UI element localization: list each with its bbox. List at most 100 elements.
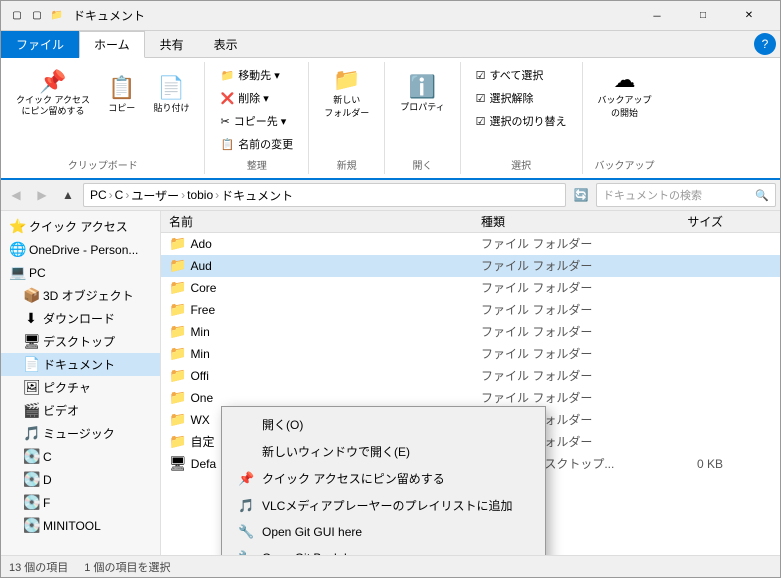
col-header-size[interactable]: サイズ — [631, 213, 731, 230]
col-header-type[interactable]: 種類 — [481, 213, 631, 230]
file-row-core1[interactable]: 📁Core ファイル フォルダー — [161, 277, 780, 299]
properties-button[interactable]: ℹ️ プロパティ — [393, 64, 451, 124]
sidebar-item-minitool[interactable]: 💽 MINITOOL — [1, 514, 160, 537]
search-icon: 🔍 — [755, 189, 769, 202]
title-bar-icons: ▢ ▢ 📁 — [9, 8, 65, 24]
col-header-name[interactable]: 名前 — [161, 213, 481, 230]
sidebar-label-videos: ビデオ — [43, 402, 79, 419]
paste-button[interactable]: 📄 貼り付け — [146, 64, 196, 126]
file-type-offi: ファイル フォルダー — [481, 367, 631, 384]
sidebar-label-onedrive: OneDrive - Person... — [29, 243, 138, 257]
sidebar-label-quick-access: クイック アクセス — [29, 218, 128, 235]
sidebar-item-drive-f[interactable]: 💽 F — [1, 491, 160, 514]
search-box[interactable]: ドキュメントの検索 🔍 — [596, 183, 776, 207]
delete-button[interactable]: ❌ 削除 ▾ — [213, 87, 300, 109]
sidebar-item-music[interactable]: 🎵 ミュージック — [1, 422, 160, 445]
select-all-button[interactable]: ☑ すべて選択 — [469, 64, 574, 86]
sidebar-item-desktop[interactable]: 🖥 デスクトップ — [1, 330, 160, 353]
ctx-open-new-window[interactable]: 新しいウィンドウで開く(E) — [222, 438, 545, 465]
tab-share[interactable]: 共有 — [145, 31, 199, 58]
ribbon-group-clipboard: 📌 クイック アクセスにピン留めする 📋 コピー 📄 貼り付け クリッ — [1, 62, 205, 174]
ribbon-content: 📌 クイック アクセスにピン留めする 📋 コピー 📄 貼り付け クリッ — [1, 58, 780, 180]
ctx-open-label: 開く(O) — [262, 416, 303, 433]
back-button[interactable]: ◀ — [5, 184, 27, 206]
main-area: ⭐ クイック アクセス 🌐 OneDrive - Person... 💻 PC … — [1, 211, 780, 555]
item-count: 13 個の項目 — [9, 559, 68, 575]
ctx-vlc-playlist[interactable]: 🎵 VLCメディアプレーヤーのプレイリストに追加 — [222, 492, 545, 519]
organize-col: 📁 移動先 ▾ ❌ 削除 ▾ ✂ コピー先 ▾ 📋 — [213, 64, 300, 155]
sidebar-item-pc[interactable]: 💻 PC — [1, 261, 160, 284]
tab-home[interactable]: ホーム — [79, 31, 145, 58]
move-label: 移動先 ▾ — [238, 67, 280, 83]
tab-view[interactable]: 表示 — [199, 31, 253, 58]
ctx-pin-quick-access[interactable]: 📌 クイック アクセスにピン留めする — [222, 465, 545, 492]
new-folder-button[interactable]: 📁 新しいフォルダー — [317, 64, 376, 124]
folder-icon-custom: 📁 — [169, 433, 186, 450]
folder-icon-core1: 📁 — [169, 279, 186, 296]
ribbon-group-backup: ☁ バックアップの開始 バックアップ — [583, 62, 667, 174]
file-row-offi[interactable]: 📁Offi ファイル フォルダー — [161, 365, 780, 387]
file-row-min2[interactable]: 📁Min ファイル フォルダー — [161, 343, 780, 365]
refresh-button[interactable]: 🔄 — [570, 184, 592, 206]
sidebar-item-videos[interactable]: 🎬 ビデオ — [1, 399, 160, 422]
ribbon-group-open: ℹ️ プロパティ 開く — [385, 62, 460, 174]
open-label: 開く — [412, 157, 432, 172]
backup-label: バックアップ — [595, 157, 655, 172]
open-group-content: ℹ️ プロパティ — [393, 64, 451, 155]
file-row-min1[interactable]: 📁Min ファイル フォルダー — [161, 321, 780, 343]
file-type-ado: ファイル フォルダー — [481, 235, 631, 252]
rename-label: 名前の変更 — [238, 136, 293, 152]
address-path[interactable]: PC › C › ユーザー › tobio › ドキュメント — [83, 183, 566, 207]
sidebar-label-drive-d: D — [43, 473, 52, 487]
deselect-icon: ☑ — [476, 92, 486, 105]
path-sep-2: › — [125, 188, 129, 202]
file-row-aud[interactable]: 📁Aud ファイル フォルダー — [161, 255, 780, 277]
backup-icon: ☁ — [614, 69, 636, 91]
up-button[interactable]: ▲ — [57, 184, 79, 206]
folder-icon-min2: 📁 — [169, 345, 186, 362]
file-name-free: 📁Free — [161, 301, 481, 318]
sidebar-item-drive-c[interactable]: 💽 C — [1, 445, 160, 468]
file-row-free[interactable]: 📁Free ファイル フォルダー — [161, 299, 780, 321]
backup-button[interactable]: ☁ バックアップの開始 — [591, 64, 659, 124]
ctx-git-bash[interactable]: 🔧 Open Git Bash here — [222, 545, 545, 555]
pin-icon: 📌 — [39, 71, 66, 93]
file-name-core1: 📁Core — [161, 279, 481, 296]
sidebar-item-pictures[interactable]: 🖼 ピクチャ — [1, 376, 160, 399]
sidebar-item-downloads[interactable]: ⬇ ダウンロード — [1, 307, 160, 330]
backup-group-content: ☁ バックアップの開始 — [591, 64, 659, 155]
sidebar-label-drive-f: F — [43, 496, 50, 510]
copy-button[interactable]: 📋 コピー — [101, 64, 142, 126]
ctx-vlc-playlist-label: VLCメディアプレーヤーのプレイリストに追加 — [262, 497, 513, 514]
file-type-min2: ファイル フォルダー — [481, 345, 631, 362]
folder-icon-aud: 📁 — [169, 257, 186, 274]
rename-button[interactable]: 📋 名前の変更 — [213, 133, 300, 155]
ctx-git-gui[interactable]: 🔧 Open Git GUI here — [222, 519, 545, 545]
pin-to-quick-access-button[interactable]: 📌 クイック アクセスにピン留めする — [9, 64, 97, 124]
deselect-button[interactable]: ☑ 選択解除 — [469, 87, 574, 109]
sidebar-item-documents[interactable]: 📄 ドキュメント — [1, 353, 160, 376]
tab-file[interactable]: ファイル — [1, 31, 79, 58]
maximize-button[interactable]: □ — [680, 1, 726, 31]
file-row-ado[interactable]: 📁Ado ファイル フォルダー — [161, 233, 780, 255]
folder-icon-free: 📁 — [169, 301, 186, 318]
sidebar-label-downloads: ダウンロード — [43, 310, 115, 327]
forward-button[interactable]: ▶ — [31, 184, 53, 206]
select-all-label: すべて選択 — [490, 67, 544, 83]
ctx-open[interactable]: 開く(O) — [222, 411, 545, 438]
sidebar-item-quick-access[interactable]: ⭐ クイック アクセス — [1, 215, 160, 238]
move-to-button[interactable]: 📁 移動先 ▾ — [213, 64, 300, 86]
file-type-min1: ファイル フォルダー — [481, 323, 631, 340]
folder-icon: 📁 — [49, 8, 65, 24]
path-part-users: ユーザー — [131, 187, 179, 204]
sidebar-item-onedrive[interactable]: 🌐 OneDrive - Person... — [1, 238, 160, 261]
sidebar-item-drive-d[interactable]: 💽 D — [1, 468, 160, 491]
sidebar-item-3dobjects[interactable]: 📦 3D オブジェクト — [1, 284, 160, 307]
ctx-open-window-label: 新しいウィンドウで開く(E) — [262, 443, 410, 460]
ribbon-tabs: ファイル ホーム 共有 表示 ? — [1, 31, 780, 58]
copy-to-button[interactable]: ✂ コピー先 ▾ — [213, 110, 300, 132]
close-button[interactable]: ✕ — [726, 1, 772, 31]
help-button[interactable]: ? — [754, 33, 776, 55]
minimize-button[interactable]: － — [634, 1, 680, 31]
invert-selection-button[interactable]: ☑ 選択の切り替え — [469, 110, 574, 132]
